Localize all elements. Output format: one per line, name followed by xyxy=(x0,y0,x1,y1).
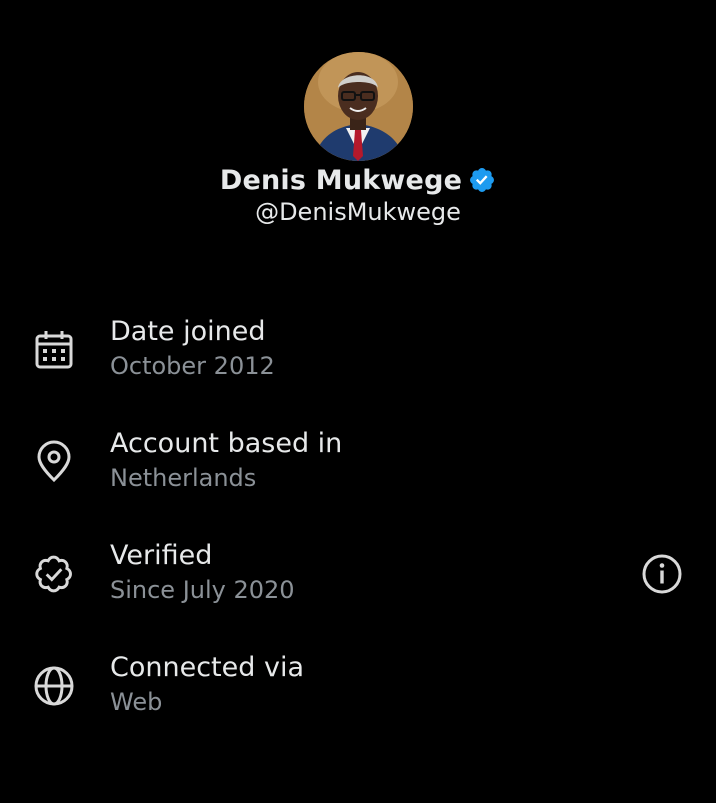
about-item-value: October 2012 xyxy=(110,352,275,380)
info-button[interactable] xyxy=(640,552,684,596)
about-item-title: Verified xyxy=(110,540,213,571)
name-row: Denis Mukwege xyxy=(0,160,716,200)
verified-badge-icon xyxy=(468,166,496,194)
about-item-title: Date joined xyxy=(110,316,266,347)
avatar-image xyxy=(304,52,413,161)
location-pin-icon xyxy=(32,440,76,484)
info-icon xyxy=(642,554,682,594)
about-item-title: Connected via xyxy=(110,652,304,683)
about-item-value: Since July 2020 xyxy=(110,576,295,604)
about-item-title: Account based in xyxy=(110,428,343,459)
about-item-value: Netherlands xyxy=(110,464,257,492)
avatar[interactable] xyxy=(304,52,413,161)
calendar-icon xyxy=(32,328,76,372)
display-name: Denis Mukwege xyxy=(219,164,463,196)
verified-check-icon xyxy=(32,552,76,596)
about-item-verified: Verified Since July 2020 xyxy=(0,540,716,620)
about-item-date-joined: Date joined October 2012 xyxy=(0,316,716,396)
about-item-value: Web xyxy=(110,688,163,716)
handle: @DenisMukwege xyxy=(255,198,461,226)
about-item-account-based-in: Account based in Netherlands xyxy=(0,428,716,508)
globe-icon xyxy=(32,664,76,708)
about-item-connected-via: Connected via Web xyxy=(0,652,716,732)
